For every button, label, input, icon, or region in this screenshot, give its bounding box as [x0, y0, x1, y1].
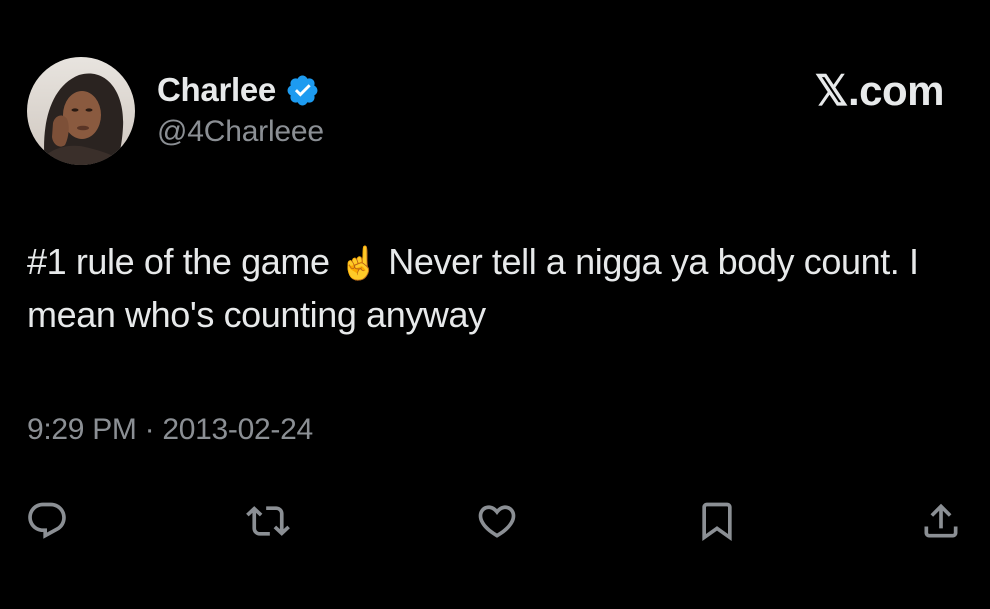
avatar-image: [27, 57, 135, 165]
tweet-text-part-1: #1 rule of the game: [27, 241, 340, 282]
like-button[interactable]: [472, 496, 522, 546]
share-button[interactable]: [916, 496, 966, 546]
bookmark-icon: [702, 502, 732, 542]
tweet-timestamp[interactable]: 9:29 PM · 2013-02-24: [27, 413, 313, 447]
author-display-name[interactable]: Charlee: [157, 71, 276, 109]
tweet-action-bar: [0, 496, 990, 550]
avatar[interactable]: [27, 57, 135, 165]
retweet-icon: [246, 506, 290, 536]
brand-watermark: 𝕏.com: [814, 67, 945, 114]
reply-button[interactable]: [22, 496, 72, 546]
share-icon: [924, 503, 958, 538]
reply-icon: [28, 502, 66, 539]
author-name-row: Charlee: [157, 68, 320, 112]
author-handle[interactable]: @4Charleee: [157, 115, 324, 149]
pointing-up-emoji-icon: ☝️: [339, 245, 379, 281]
bookmark-button[interactable]: [692, 496, 742, 546]
verified-badge-icon: [285, 73, 320, 108]
like-icon: [478, 505, 516, 538]
tweet-text: #1 rule of the game ☝️ Never tell a nigg…: [27, 236, 967, 341]
retweet-button[interactable]: [243, 496, 293, 546]
